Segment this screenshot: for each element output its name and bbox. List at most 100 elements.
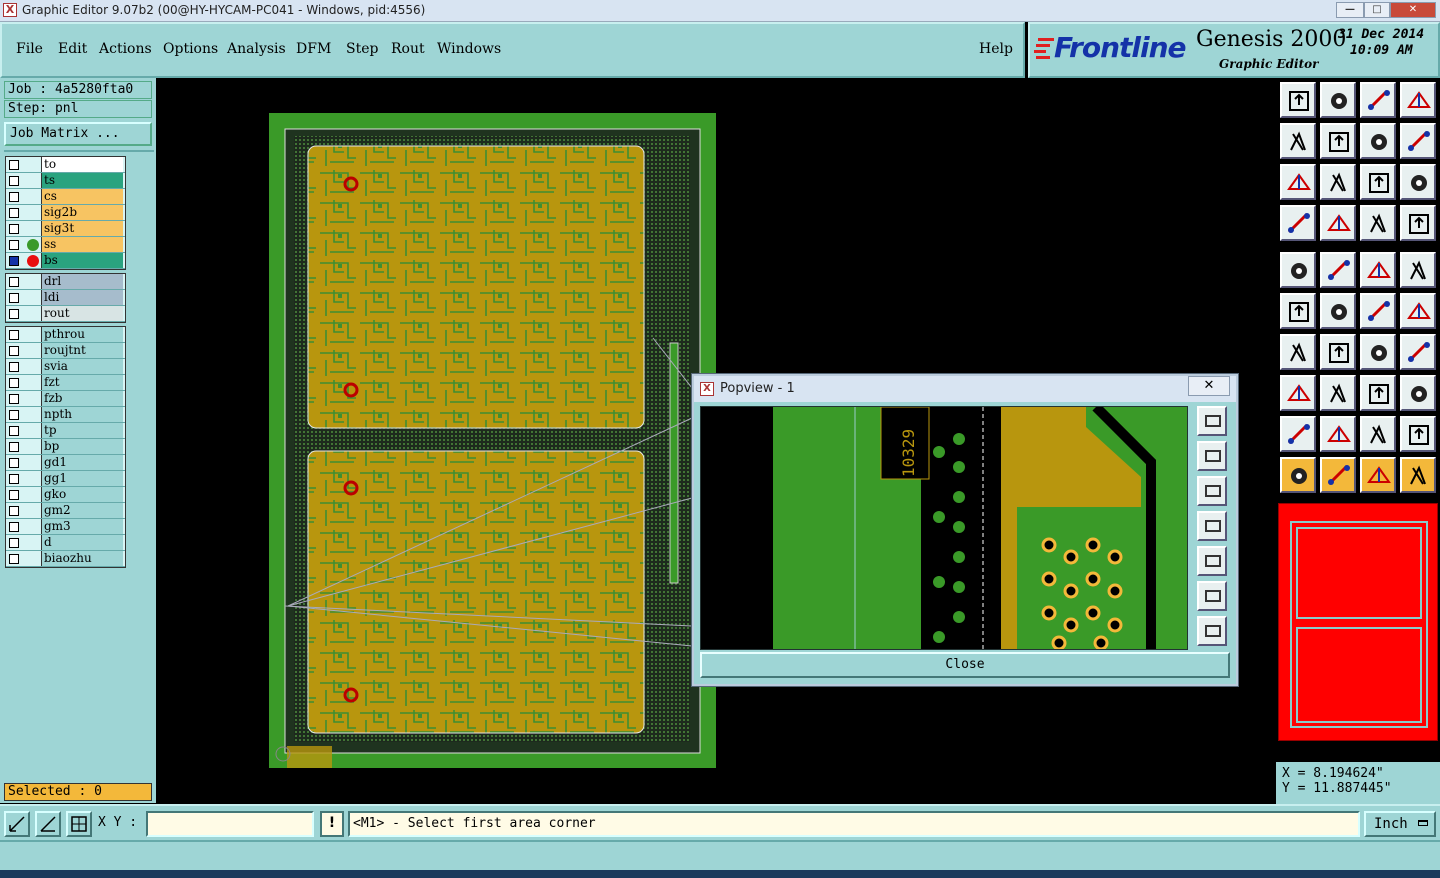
layer-row-rout[interactable]: rout bbox=[6, 306, 125, 322]
popview-pan-left-button[interactable] bbox=[1197, 511, 1227, 541]
layer-row-gg1[interactable]: gg1 bbox=[6, 471, 125, 487]
zoom-area-button[interactable] bbox=[4, 811, 30, 837]
layer-checkbox[interactable] bbox=[9, 490, 19, 500]
layer-row-fzt[interactable]: fzt bbox=[6, 375, 125, 391]
layer-row-fzb[interactable]: fzb bbox=[6, 391, 125, 407]
layer-row-cs[interactable]: cs bbox=[6, 189, 125, 205]
pad-button[interactable] bbox=[1400, 252, 1436, 288]
layer-row-gd1[interactable]: gd1 bbox=[6, 455, 125, 471]
shape-button[interactable] bbox=[1400, 375, 1436, 411]
layer-row-gko[interactable]: gko bbox=[6, 487, 125, 503]
popview-pan-up-button[interactable] bbox=[1197, 441, 1227, 471]
arc-button[interactable] bbox=[1360, 334, 1396, 370]
layer-row-ss[interactable]: ss bbox=[6, 237, 125, 253]
triangle-button[interactable] bbox=[1280, 416, 1316, 452]
layer-name[interactable]: gm3 bbox=[41, 519, 123, 534]
layer-row-ldi[interactable]: ldi bbox=[6, 290, 125, 306]
layer-checkbox[interactable] bbox=[9, 224, 19, 234]
popview-zoom-out-button[interactable] bbox=[1197, 616, 1227, 646]
layer-checkbox[interactable] bbox=[9, 176, 19, 186]
layer-name[interactable]: gko bbox=[41, 487, 123, 502]
swap-view-button[interactable] bbox=[1360, 123, 1396, 159]
popview-pan-down-button[interactable] bbox=[1197, 476, 1227, 506]
line-2-button[interactable] bbox=[1400, 293, 1436, 329]
layer-checkbox[interactable] bbox=[9, 538, 19, 548]
minimize-button[interactable]: — bbox=[1336, 2, 1364, 18]
layer-row-npth[interactable]: npth bbox=[6, 407, 125, 423]
select-2-button[interactable] bbox=[1360, 457, 1396, 493]
angle-button[interactable] bbox=[1280, 334, 1316, 370]
grid-snap-button[interactable] bbox=[66, 811, 92, 837]
house-button[interactable] bbox=[1360, 82, 1396, 118]
layer-name[interactable]: sig3t bbox=[41, 221, 123, 236]
triangle-b-button[interactable] bbox=[1360, 416, 1396, 452]
layer-row-gm3[interactable]: gm3 bbox=[6, 519, 125, 535]
layer-name[interactable]: pthrou bbox=[41, 327, 123, 342]
layer-name[interactable]: fzt bbox=[41, 375, 123, 390]
move-button[interactable] bbox=[1280, 375, 1316, 411]
layer-row-roujtnt[interactable]: roujtnt bbox=[6, 343, 125, 359]
layer-checkbox[interactable] bbox=[9, 522, 19, 532]
layer-name[interactable]: svia bbox=[41, 359, 123, 374]
layer-name[interactable]: gd1 bbox=[41, 455, 123, 470]
mirror-button[interactable] bbox=[1400, 334, 1436, 370]
pan-left-button[interactable] bbox=[1280, 123, 1316, 159]
select-3-button[interactable] bbox=[1400, 457, 1436, 493]
line-button[interactable] bbox=[1360, 293, 1396, 329]
popview-close-icon[interactable]: ✕ bbox=[1188, 376, 1230, 396]
layer-checkbox[interactable] bbox=[9, 330, 19, 340]
distance-button[interactable] bbox=[1360, 375, 1396, 411]
panel-overview-map[interactable] bbox=[1278, 503, 1438, 741]
popview-fit-button[interactable] bbox=[1197, 581, 1227, 611]
layer-name[interactable]: bs bbox=[41, 253, 123, 268]
layer-row-bp[interactable]: bp bbox=[6, 439, 125, 455]
units-selector[interactable]: Inch bbox=[1364, 811, 1436, 837]
split-window-button[interactable] bbox=[1400, 82, 1436, 118]
job-matrix-button[interactable]: Job Matrix ... bbox=[4, 122, 152, 146]
layer-row-to[interactable]: to bbox=[6, 157, 125, 173]
layer-checkbox[interactable] bbox=[9, 554, 19, 564]
layer-checkbox[interactable] bbox=[9, 506, 19, 516]
layer-name[interactable]: sig2b bbox=[41, 205, 123, 220]
layer-name[interactable]: bp bbox=[41, 439, 123, 454]
layer-name[interactable]: roujtnt bbox=[41, 343, 123, 358]
alert-icon[interactable]: ! bbox=[320, 811, 344, 837]
pan-right-button[interactable] bbox=[1320, 123, 1356, 159]
xy-input[interactable] bbox=[146, 811, 314, 837]
redraw-button[interactable] bbox=[1400, 123, 1436, 159]
measure-button[interactable] bbox=[1280, 205, 1316, 241]
layer-row-sig3t[interactable]: sig3t bbox=[6, 221, 125, 237]
layer-checkbox[interactable] bbox=[9, 240, 19, 250]
popview-pan-right-button[interactable] bbox=[1197, 546, 1227, 576]
layer-row-sig2b[interactable]: sig2b bbox=[6, 205, 125, 221]
layer-name[interactable]: to bbox=[41, 157, 123, 172]
menu-options[interactable]: Options bbox=[163, 41, 218, 57]
triangle-a-button[interactable] bbox=[1320, 416, 1356, 452]
cross-button[interactable] bbox=[1320, 293, 1356, 329]
pointer-button[interactable] bbox=[1280, 457, 1316, 493]
layer-row-biaozhu[interactable]: biaozhu bbox=[6, 551, 125, 567]
layer-name[interactable]: d bbox=[41, 535, 123, 550]
grid-button[interactable] bbox=[1320, 205, 1356, 241]
menu-analysis[interactable]: Analysis bbox=[227, 41, 286, 57]
layer-checkbox[interactable] bbox=[9, 362, 19, 372]
menu-windows[interactable]: Windows bbox=[437, 41, 501, 57]
triangle-c-button[interactable] bbox=[1400, 416, 1436, 452]
menu-rout[interactable]: Rout bbox=[391, 41, 425, 57]
menu-file[interactable]: File bbox=[16, 41, 43, 57]
layer-row-drl[interactable]: drl bbox=[6, 274, 125, 290]
layer-name[interactable]: ldi bbox=[41, 290, 123, 305]
layer-checkbox[interactable] bbox=[9, 426, 19, 436]
menu-dfm[interactable]: DFM bbox=[296, 41, 331, 57]
ruler-button[interactable] bbox=[1360, 252, 1396, 288]
layer-name[interactable]: npth bbox=[41, 407, 123, 422]
layer-name[interactable]: fzb bbox=[41, 391, 123, 406]
layer-row-ts[interactable]: ts bbox=[6, 173, 125, 189]
maximize-button[interactable]: □ bbox=[1364, 2, 1390, 18]
layer-checkbox[interactable] bbox=[9, 160, 19, 170]
layer-checkbox[interactable] bbox=[9, 394, 19, 404]
popview-close-button[interactable]: Close bbox=[700, 652, 1230, 678]
layer-checkbox[interactable] bbox=[9, 346, 19, 356]
layers-a-button[interactable] bbox=[1360, 205, 1396, 241]
close-window-button[interactable]: ✕ bbox=[1390, 2, 1436, 18]
